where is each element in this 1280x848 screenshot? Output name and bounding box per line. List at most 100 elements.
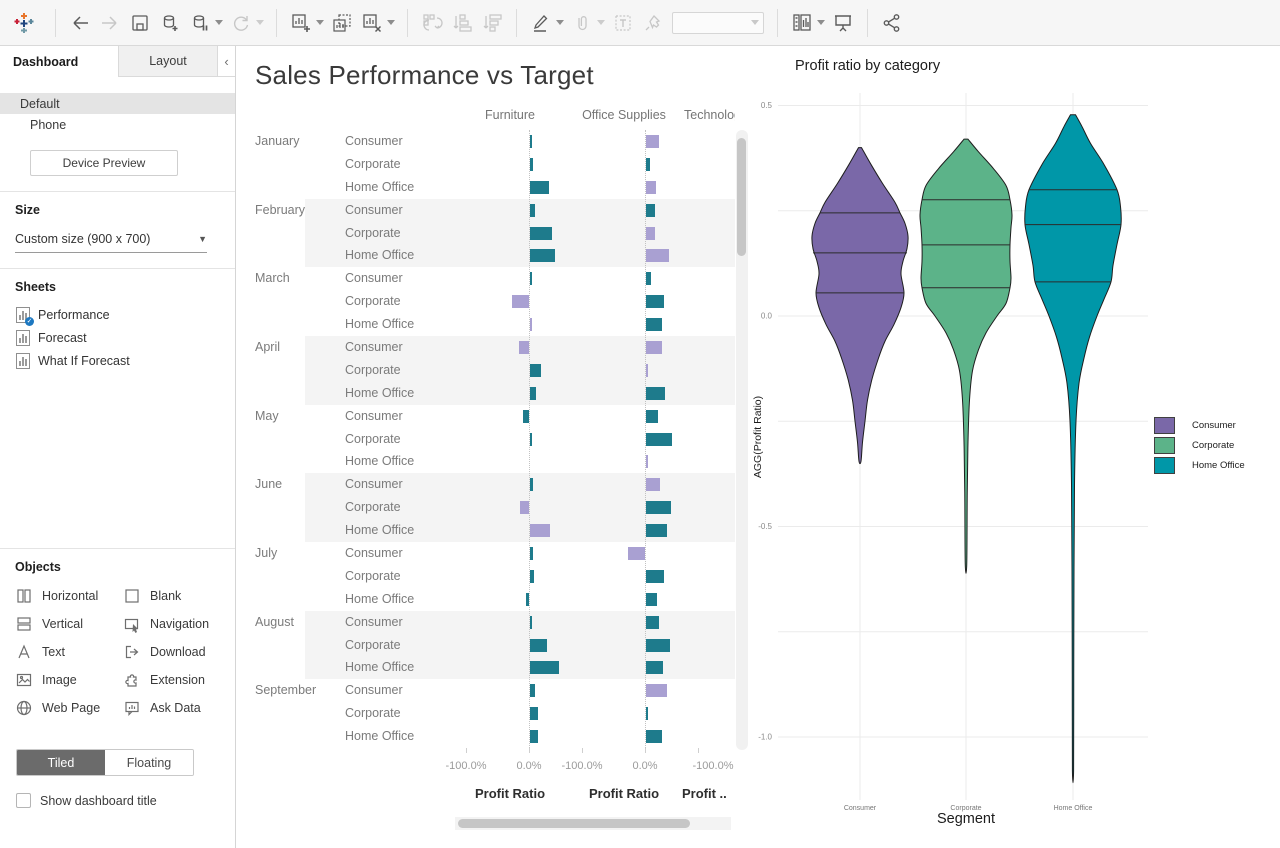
device-preview-button[interactable]: Device Preview — [30, 150, 178, 176]
bar-mark[interactable] — [530, 524, 550, 537]
presentation-mode-icon[interactable] — [828, 7, 858, 39]
bar-mark[interactable] — [646, 433, 672, 446]
bar-mark[interactable] — [530, 181, 549, 194]
bar-mark[interactable] — [520, 501, 529, 514]
share-icon[interactable] — [877, 7, 907, 39]
bar-mark[interactable] — [512, 295, 529, 308]
object-item-blank[interactable]: Blank — [123, 582, 235, 610]
violin-consumer[interactable] — [812, 148, 908, 464]
duplicate-sheet-icon[interactable] — [327, 7, 357, 39]
bar-mark[interactable] — [628, 547, 645, 560]
bar-mark[interactable] — [646, 158, 650, 171]
bar-mark[interactable] — [646, 272, 651, 285]
tab-dashboard[interactable]: Dashboard — [0, 46, 118, 77]
sheet-item-what-if-forecast[interactable]: What If Forecast — [0, 349, 235, 372]
floating-button[interactable]: Floating — [105, 750, 193, 775]
violin-y-tick-label: 0.0 — [761, 312, 773, 321]
bar-mark[interactable] — [646, 387, 665, 400]
bar-mark[interactable] — [530, 387, 536, 400]
bar-mark[interactable] — [646, 410, 658, 423]
collapse-pane-chevron-icon[interactable]: ‹ — [218, 46, 235, 77]
object-item-vertical[interactable]: Vertical — [15, 610, 123, 638]
bar-mark[interactable] — [530, 249, 555, 262]
bar-mark[interactable] — [530, 272, 532, 285]
bar-mark[interactable] — [530, 684, 535, 697]
pause-auto-updates-icon[interactable] — [185, 7, 215, 39]
bar-mark[interactable] — [646, 570, 664, 583]
show-dashboard-title-checkbox[interactable] — [16, 793, 31, 808]
bar-mark[interactable] — [646, 707, 648, 720]
bar-mark[interactable] — [530, 707, 538, 720]
bar-mark[interactable] — [646, 295, 664, 308]
clear-sheet-caret[interactable] — [387, 7, 398, 39]
bar-mark[interactable] — [530, 570, 534, 583]
object-item-image[interactable]: Image — [15, 666, 123, 694]
object-item-horizontal[interactable]: Horizontal — [15, 582, 123, 610]
axis-title-furniture[interactable]: Profit Ratio — [460, 786, 560, 801]
device-item-phone[interactable]: Phone — [0, 114, 235, 135]
violin-corporate[interactable] — [920, 139, 1012, 573]
show-hide-cards-icon[interactable] — [787, 7, 817, 39]
clear-sheet-icon[interactable] — [357, 7, 387, 39]
pause-auto-updates-caret[interactable] — [215, 7, 226, 39]
bar-mark[interactable] — [646, 204, 655, 217]
highlight-icon[interactable] — [526, 7, 556, 39]
bar-mark[interactable] — [523, 410, 529, 423]
bar-mark[interactable] — [530, 433, 532, 446]
bar-mark[interactable] — [530, 204, 535, 217]
bar-mark[interactable] — [530, 616, 532, 629]
bar-mark[interactable] — [530, 135, 532, 148]
axis-title-technology[interactable]: Profit .. — [682, 786, 746, 801]
bar-mark[interactable] — [530, 318, 532, 331]
bar-mark[interactable] — [646, 616, 659, 629]
bar-mark[interactable] — [530, 478, 533, 491]
bar-mark[interactable] — [646, 661, 663, 674]
bar-mark[interactable] — [646, 318, 662, 331]
bar-mark[interactable] — [646, 455, 648, 468]
horizontal-scrollbar-thumb[interactable] — [458, 819, 690, 828]
show-hide-cards-caret[interactable] — [817, 7, 828, 39]
highlight-caret[interactable] — [556, 7, 567, 39]
violin-home-office[interactable] — [1025, 115, 1122, 783]
axis-title-office-supplies[interactable]: Profit Ratio — [574, 786, 674, 801]
tab-layout[interactable]: Layout — [118, 46, 218, 77]
bar-mark[interactable] — [530, 158, 533, 171]
object-item-ask-data[interactable]: Ask Data — [123, 694, 235, 722]
new-worksheet-caret[interactable] — [316, 7, 327, 39]
object-item-web-page[interactable]: Web Page — [15, 694, 123, 722]
undo-icon[interactable] — [65, 7, 95, 39]
bar-mark[interactable] — [646, 478, 660, 491]
new-data-source-icon[interactable] — [155, 7, 185, 39]
tiled-button[interactable]: Tiled — [17, 750, 105, 775]
bar-mark[interactable] — [526, 593, 529, 606]
bar-mark[interactable] — [646, 249, 669, 262]
sheet-item-performance[interactable]: ✓Performance — [0, 303, 235, 326]
bar-mark[interactable] — [646, 364, 648, 377]
bar-mark[interactable] — [530, 547, 533, 560]
bar-mark[interactable] — [530, 364, 541, 377]
bar-mark[interactable] — [646, 730, 662, 743]
bar-mark[interactable] — [646, 684, 667, 697]
bar-mark[interactable] — [646, 501, 671, 514]
device-item-default[interactable]: Default — [0, 93, 235, 114]
object-item-navigation[interactable]: Navigation — [123, 610, 235, 638]
size-dropdown[interactable]: Custom size (900 x 700) ▼ — [15, 232, 207, 253]
save-icon[interactable] — [125, 7, 155, 39]
bar-mark[interactable] — [530, 639, 547, 652]
object-item-text[interactable]: Text — [15, 638, 123, 666]
bar-mark[interactable] — [519, 341, 529, 354]
bar-mark[interactable] — [646, 593, 657, 606]
bar-mark[interactable] — [646, 524, 667, 537]
bar-mark[interactable] — [646, 227, 655, 240]
object-item-extension[interactable]: Extension — [123, 666, 235, 694]
sheet-item-forecast[interactable]: Forecast — [0, 326, 235, 349]
bar-mark[interactable] — [530, 227, 552, 240]
bar-mark[interactable] — [530, 730, 538, 743]
new-worksheet-icon[interactable] — [286, 7, 316, 39]
object-item-download[interactable]: Download — [123, 638, 235, 666]
bar-mark[interactable] — [646, 639, 670, 652]
bar-mark[interactable] — [646, 341, 662, 354]
bar-mark[interactable] — [646, 181, 656, 194]
bar-mark[interactable] — [646, 135, 659, 148]
bar-mark[interactable] — [530, 661, 559, 674]
